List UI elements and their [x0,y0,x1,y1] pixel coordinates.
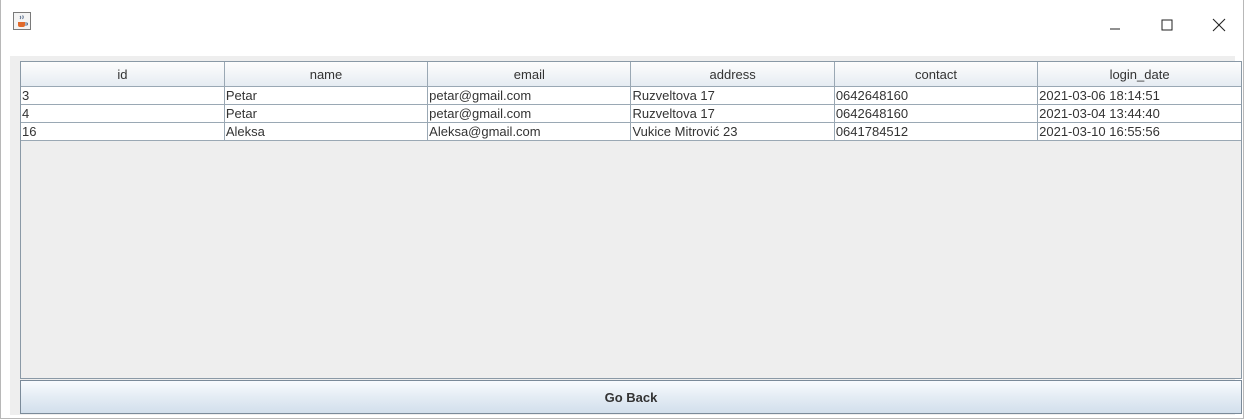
cell-login-date[interactable]: 2021-03-10 16:55:56 [1037,122,1241,141]
cell-contact[interactable]: 0641784512 [834,122,1039,141]
cell-name[interactable]: Aleksa [224,122,429,141]
table-row[interactable]: 16 Aleksa Aleksa@gmail.com Vukice Mitrov… [21,122,1241,141]
cell-login-date[interactable]: 2021-03-04 13:44:40 [1037,104,1241,123]
cell-address[interactable]: Vukice Mitrović 23 [630,122,835,141]
column-header-address[interactable]: address [630,62,835,87]
column-header-id[interactable]: id [21,62,225,87]
app-window: id name email address contact login_date… [0,0,1244,419]
table-row[interactable]: 3 Petar petar@gmail.com Ruzveltova 17 06… [21,86,1241,105]
table-scroll-pane[interactable]: id name email address contact login_date… [20,61,1242,379]
minimize-button[interactable] [1092,12,1138,42]
cell-address[interactable]: Ruzveltova 17 [630,104,835,123]
column-header-email[interactable]: email [427,62,632,87]
cell-email[interactable]: petar@gmail.com [427,86,632,105]
close-button[interactable] [1196,12,1242,42]
column-header-name[interactable]: name [224,62,429,87]
go-back-button[interactable]: Go Back [20,380,1242,414]
column-header-login-date[interactable]: login_date [1037,62,1241,87]
content-panel: id name email address contact login_date… [10,56,1242,415]
cell-login-date[interactable]: 2021-03-06 18:14:51 [1037,86,1241,105]
cell-id[interactable]: 4 [21,104,225,123]
maximize-icon [1161,18,1173,36]
minimize-icon [1109,18,1121,36]
cell-id[interactable]: 3 [21,86,225,105]
cell-id[interactable]: 16 [21,122,225,141]
cell-email[interactable]: Aleksa@gmail.com [427,122,632,141]
cell-name[interactable]: Petar [224,86,429,105]
table-header-row: id name email address contact login_date [21,62,1241,87]
cell-email[interactable]: petar@gmail.com [427,104,632,123]
cell-contact[interactable]: 0642648160 [834,104,1039,123]
cell-contact[interactable]: 0642648160 [834,86,1039,105]
table-row[interactable]: 4 Petar petar@gmail.com Ruzveltova 17 06… [21,104,1241,123]
cell-address[interactable]: Ruzveltova 17 [630,86,835,105]
users-table[interactable]: id name email address contact login_date… [21,62,1241,141]
title-bar[interactable] [1,0,1243,56]
cell-name[interactable]: Petar [224,104,429,123]
column-header-contact[interactable]: contact [834,62,1039,87]
java-cup-icon[interactable] [13,12,31,30]
maximize-button[interactable] [1144,12,1190,42]
close-icon [1212,18,1226,37]
